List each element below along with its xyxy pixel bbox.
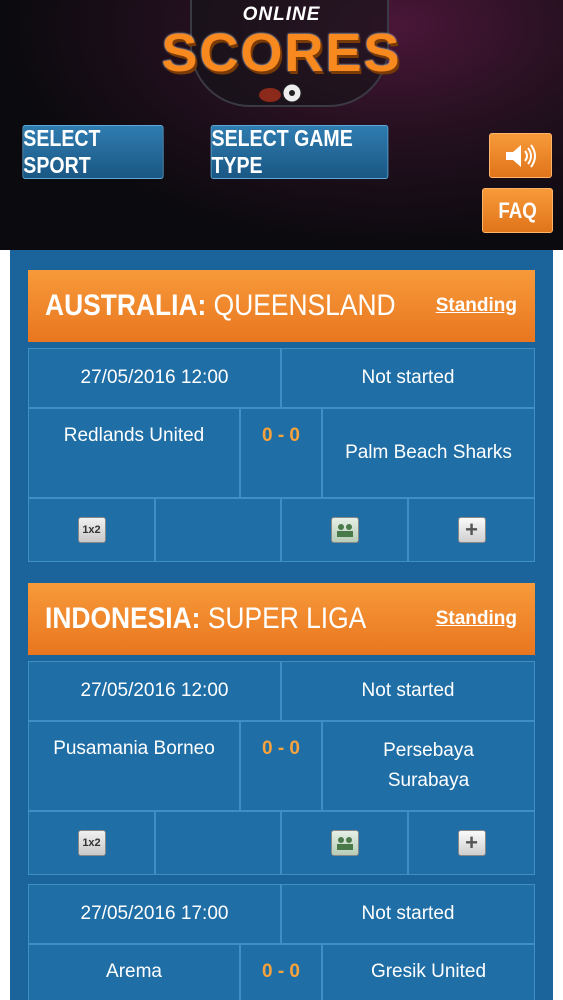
- league-header-australia: AUSTRALIA: QUEENSLAND Standing: [28, 270, 535, 342]
- lineup-icon[interactable]: [330, 830, 359, 856]
- match-score: 0 - 0: [240, 944, 322, 1000]
- sports-balls-icon: [259, 83, 302, 103]
- home-team: Arema: [28, 944, 240, 1000]
- match-row-teams[interactable]: Arema 0 - 0 Gresik United: [28, 944, 535, 1000]
- match-row-info: 27/05/2016 12:00 Not started: [28, 661, 535, 721]
- league-name: SUPER LIGA: [207, 602, 367, 635]
- plus-icon[interactable]: +: [457, 517, 486, 543]
- match-row-actions: 1x2 +: [28, 498, 535, 562]
- home-team: Redlands United: [28, 408, 240, 498]
- standing-link[interactable]: Standing: [436, 295, 517, 317]
- match-row-info: 27/05/2016 12:00 Not started: [28, 348, 535, 408]
- match-status: Not started: [281, 884, 535, 944]
- away-team: Persebaya Surabaya: [322, 721, 535, 811]
- match-row-actions: 1x2 +: [28, 811, 535, 875]
- logo-scores-text: SCORES: [161, 23, 402, 83]
- match-row-teams[interactable]: Redlands United 0 - 0 Palm Beach Sharks: [28, 408, 535, 498]
- scores-board: AUSTRALIA: QUEENSLAND Standing 27/05/201…: [10, 250, 553, 1000]
- standing-link[interactable]: Standing: [436, 608, 517, 630]
- speaker-icon: [505, 143, 536, 168]
- match-status: Not started: [281, 661, 535, 721]
- match-row-info: 27/05/2016 17:00 Not started: [28, 884, 535, 944]
- league-header-indonesia: INDONESIA: SUPER LIGA Standing: [28, 583, 535, 655]
- away-team: Gresik United: [322, 944, 535, 1000]
- away-team: Palm Beach Sharks: [322, 408, 535, 498]
- select-game-type-button[interactable]: SELECT GAME TYPE: [210, 125, 389, 179]
- match-datetime: 27/05/2016 17:00: [28, 884, 281, 944]
- odds-1x2-icon[interactable]: 1x2: [77, 830, 106, 856]
- home-team: Pusamania Borneo: [28, 721, 240, 811]
- odds-1x2-icon[interactable]: 1x2: [77, 517, 106, 543]
- plus-icon[interactable]: +: [457, 830, 486, 856]
- match-datetime: 27/05/2016 12:00: [28, 348, 281, 408]
- header: ONLINE SCORES SELECT SPORT SELECT GAME T…: [0, 0, 563, 250]
- league-country: AUSTRALIA:: [45, 289, 207, 322]
- match-score: 0 - 0: [240, 721, 322, 811]
- league-name: QUEENSLAND: [213, 289, 396, 322]
- league-country: INDONESIA:: [45, 602, 201, 635]
- faq-button[interactable]: FAQ: [482, 188, 553, 233]
- sound-button[interactable]: [489, 133, 552, 178]
- match-status: Not started: [281, 348, 535, 408]
- match-score: 0 - 0: [240, 408, 322, 498]
- select-sport-button[interactable]: SELECT SPORT: [22, 125, 164, 179]
- lineup-icon[interactable]: [330, 517, 359, 543]
- match-datetime: 27/05/2016 12:00: [28, 661, 281, 721]
- content-area: AUSTRALIA: QUEENSLAND Standing 27/05/201…: [0, 250, 563, 1000]
- match-row-teams[interactable]: Pusamania Borneo 0 - 0 Persebaya Surabay…: [28, 721, 535, 811]
